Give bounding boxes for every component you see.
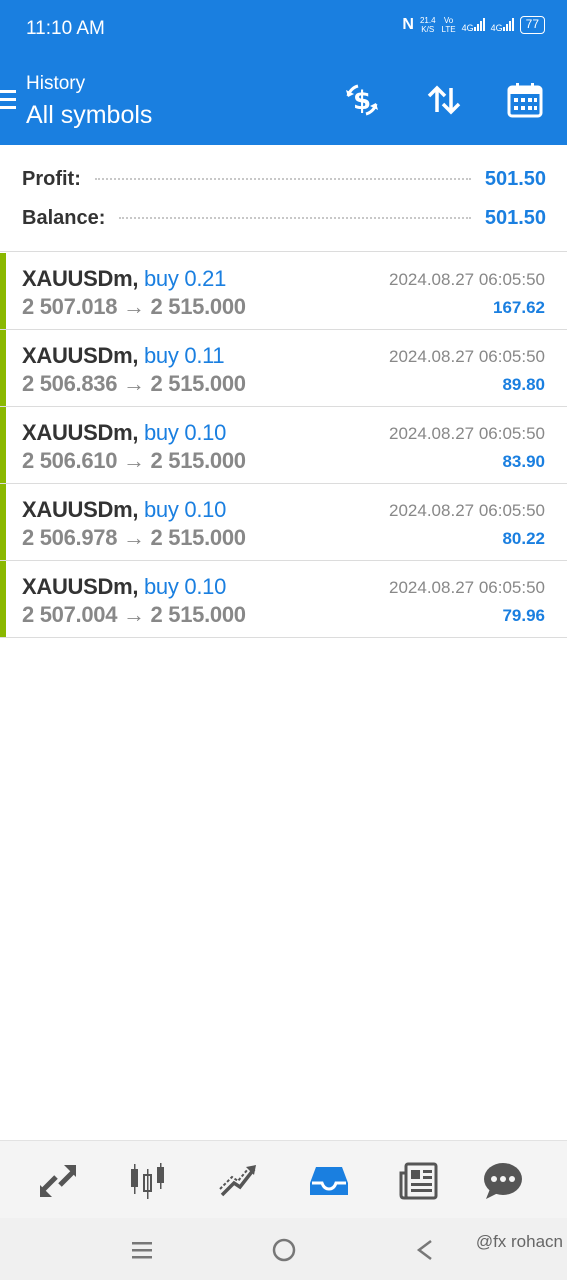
signal-icon-2: 4G — [491, 17, 514, 33]
balance-row: Balance: 501.50 — [22, 203, 546, 233]
profit-row: Profit: 501.50 — [22, 164, 546, 194]
balance-label: Balance: — [22, 206, 106, 229]
trade-time: 2024.08.27 06:05:50 — [389, 270, 545, 289]
trade-side: buy 0.11 — [144, 343, 225, 368]
buy-indicator — [0, 407, 6, 483]
buy-indicator — [0, 330, 6, 406]
trade-row[interactable]: XAUUSDm, buy 0.11 2 506.836 → 2 515.000 … — [0, 330, 567, 407]
signal-icon: 4G — [462, 17, 485, 33]
trade-prices: 2 507.018 → 2 515.000 — [22, 294, 246, 319]
trade-profit: 83.90 — [502, 452, 545, 471]
profit-label: Profit: — [22, 167, 81, 190]
volte-icon: Vo LTE — [441, 16, 456, 34]
trade-profit: 79.96 — [502, 606, 545, 625]
buy-indicator — [0, 484, 6, 560]
trade-prices: 2 506.610 → 2 515.000 — [22, 448, 246, 473]
dotted-leader — [119, 217, 471, 219]
app-header: 11:10 AM N 21.4 K/S Vo LTE 4G 4G 77 Histor… — [0, 0, 567, 145]
trade-prices: 2 507.004 → 2 515.000 — [22, 602, 246, 627]
trade-side: buy 0.10 — [144, 420, 227, 445]
menu-icon[interactable] — [0, 90, 16, 112]
dotted-leader — [94, 178, 471, 180]
trade-profit: 80.22 — [502, 529, 545, 548]
trade-time: 2024.08.27 06:05:50 — [389, 347, 545, 366]
trade-prices: 2 506.836 → 2 515.000 — [22, 371, 246, 396]
trade-symbol: XAUUSDm, buy 0.21 — [22, 266, 227, 291]
recent-apps-icon[interactable] — [127, 1236, 157, 1264]
status-icons: N 21.4 K/S Vo LTE 4G 4G 77 — [402, 16, 545, 34]
trade-row[interactable]: XAUUSDm, buy 0.21 2 507.018 → 2 515.000 … — [0, 253, 567, 330]
currency-exchange-icon[interactable]: $ — [340, 78, 384, 122]
back-icon[interactable] — [410, 1236, 440, 1264]
trade-row[interactable]: XAUUSDm, buy 0.10 2 506.978 → 2 515.000 … — [0, 484, 567, 561]
net-speed: 21.4 K/S — [419, 16, 436, 34]
page-title[interactable]: All symbols — [26, 101, 152, 130]
trade-time: 2024.08.27 06:05:50 — [389, 424, 545, 443]
buy-indicator — [0, 253, 6, 329]
home-icon[interactable] — [269, 1236, 299, 1264]
calendar-icon[interactable] — [503, 78, 547, 122]
trade-profit: 167.62 — [493, 298, 545, 317]
history-icon[interactable] — [307, 1159, 351, 1203]
trade-symbol: XAUUSDm, buy 0.10 — [22, 420, 227, 445]
trade-prices: 2 506.978 → 2 515.000 — [22, 525, 246, 550]
trade-side: buy 0.21 — [144, 266, 227, 291]
system-nav-bar: @fx rohacn — [0, 1218, 567, 1280]
trade-symbol: XAUUSDm, buy 0.10 — [22, 574, 227, 599]
balance-value: 501.50 — [484, 206, 546, 229]
profit-value: 501.50 — [484, 167, 546, 190]
divider — [0, 251, 567, 252]
quotes-icon[interactable] — [36, 1159, 80, 1203]
trade-time: 2024.08.27 06:05:50 — [389, 501, 545, 520]
svg-text:$: $ — [353, 86, 371, 116]
trade-row[interactable]: XAUUSDm, buy 0.10 2 507.004 → 2 515.000 … — [0, 561, 567, 638]
chart-icon[interactable] — [126, 1159, 170, 1203]
trade-symbol: XAUUSDm, buy 0.10 — [22, 497, 227, 522]
trade-icon[interactable] — [216, 1159, 260, 1203]
nfc-icon: N — [402, 16, 414, 33]
news-icon[interactable] — [397, 1159, 441, 1203]
sort-icon[interactable] — [422, 78, 466, 122]
battery-icon: 77 — [519, 16, 545, 34]
bottom-nav — [0, 1140, 567, 1218]
chat-icon[interactable] — [481, 1159, 525, 1203]
trade-time: 2024.08.27 06:05:50 — [389, 578, 545, 597]
trade-side: buy 0.10 — [144, 497, 227, 522]
trade-symbol: XAUUSDm, buy 0.11 — [22, 343, 225, 368]
trade-row[interactable]: XAUUSDm, buy 0.10 2 506.610 → 2 515.000 … — [0, 407, 567, 484]
page-subtitle: History — [26, 73, 86, 94]
trade-side: buy 0.10 — [144, 574, 227, 599]
trade-profit: 89.80 — [502, 375, 545, 394]
watermark: @fx rohacn — [475, 1232, 563, 1251]
status-time: 11:10 AM — [26, 18, 105, 39]
buy-indicator — [0, 561, 6, 637]
